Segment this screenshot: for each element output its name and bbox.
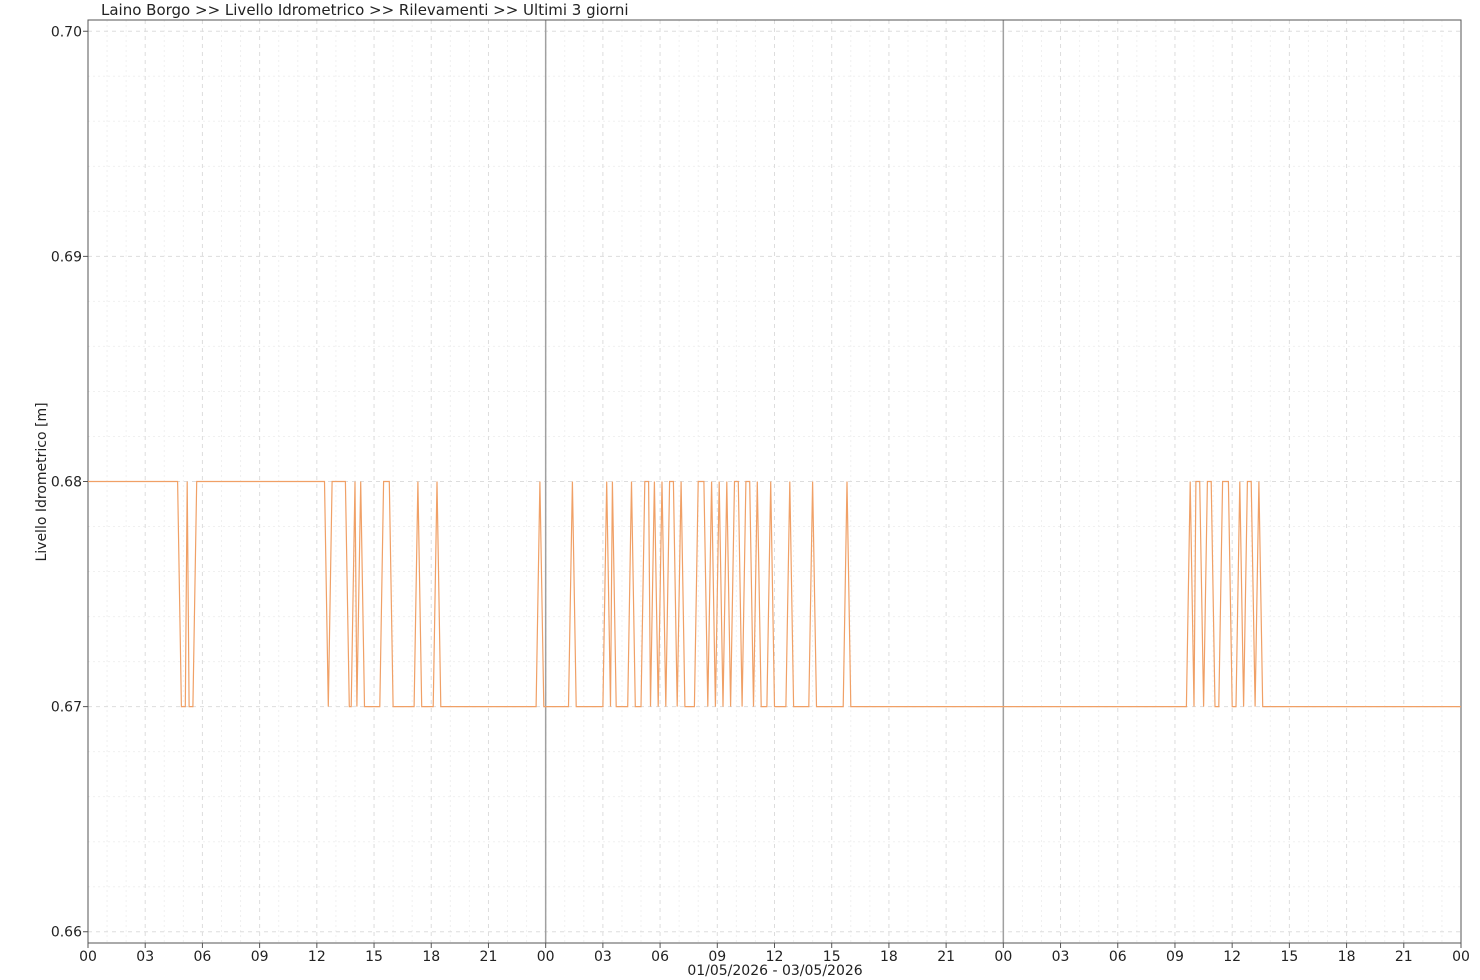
x-tick-label: 00	[537, 949, 555, 965]
x-tick-label: 21	[480, 949, 498, 965]
x-tick-label: 00	[994, 949, 1012, 965]
x-tick-label: 06	[194, 949, 212, 965]
x-tick-label: 06	[651, 949, 669, 965]
x-tick-label: 09	[251, 949, 269, 965]
x-tick-label: 00	[79, 949, 97, 965]
x-tick-label: 12	[308, 949, 326, 965]
chart: Laino Borgo >> Livello Idrometrico >> Ri…	[0, 0, 1480, 980]
x-axis-label: 01/05/2026 - 03/05/2026	[687, 963, 862, 979]
y-tick-label: 0.70	[51, 24, 82, 40]
y-tick-label: 0.67	[51, 700, 82, 716]
x-tick-label: 15	[365, 949, 383, 965]
x-tick-label: 18	[422, 949, 440, 965]
x-tick-label: 12	[1223, 949, 1241, 965]
y-tick-label: 0.66	[51, 925, 82, 941]
x-tick-label: 09	[1166, 949, 1184, 965]
x-tick-label: 15	[1280, 949, 1298, 965]
y-axis-label: Livello Idrometrico [m]	[34, 402, 50, 561]
chart-background	[0, 0, 1480, 980]
x-tick-label: 06	[1109, 949, 1127, 965]
x-tick-label: 21	[937, 949, 955, 965]
y-tick-label: 0.68	[51, 475, 82, 491]
x-tick-label: 00	[1452, 949, 1470, 965]
x-tick-label: 03	[594, 949, 612, 965]
chart-title: Laino Borgo >> Livello Idrometrico >> Ri…	[101, 1, 629, 19]
x-tick-label: 21	[1395, 949, 1413, 965]
x-tick-label: 03	[1052, 949, 1070, 965]
x-tick-label: 18	[880, 949, 898, 965]
x-tick-label: 03	[136, 949, 154, 965]
y-tick-label: 0.69	[51, 249, 82, 265]
x-tick-label: 18	[1338, 949, 1356, 965]
